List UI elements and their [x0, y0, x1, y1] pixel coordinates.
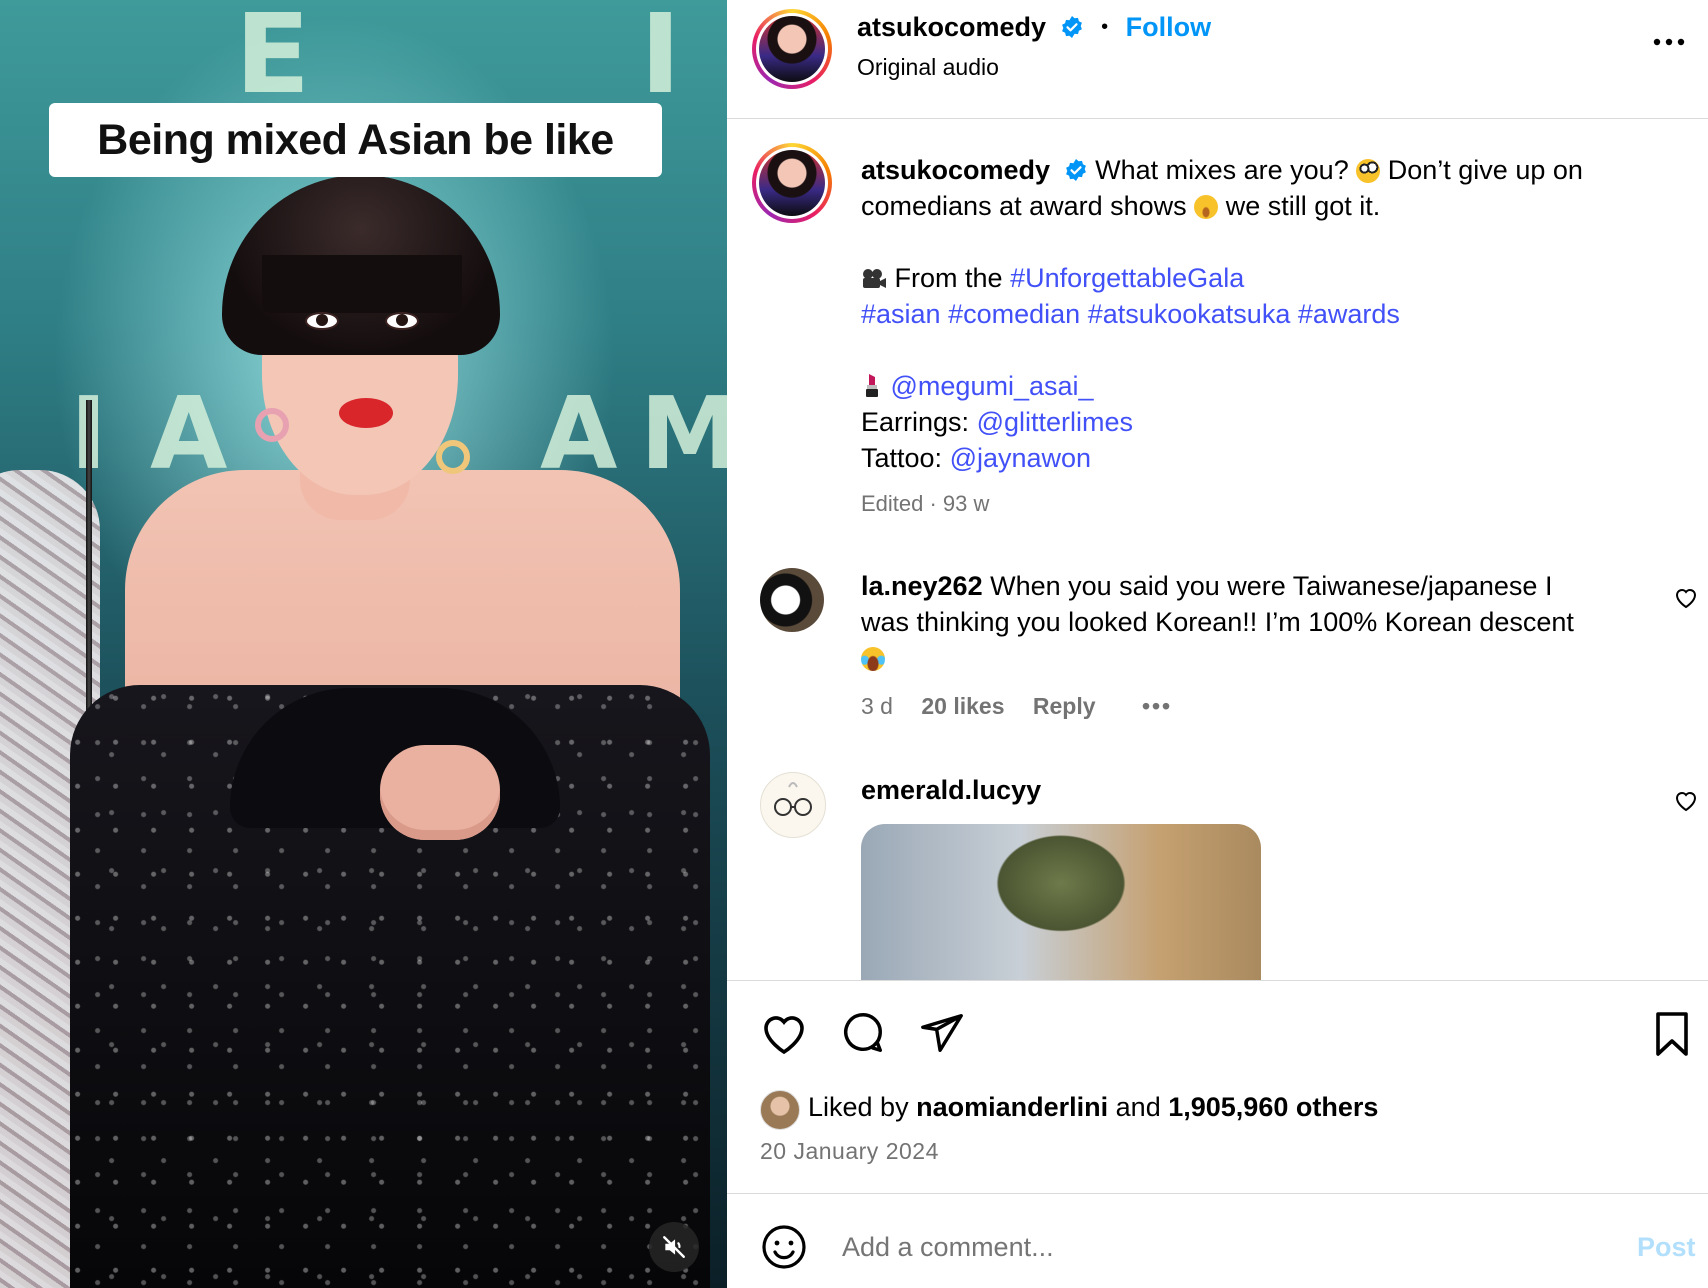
- post-comment-button[interactable]: Post: [1637, 1232, 1696, 1263]
- comment: la.ney262 When you said you were Taiwane…: [861, 568, 1681, 724]
- liked-by-and: and: [1115, 1092, 1161, 1122]
- caption-text: we still got it.: [1225, 191, 1381, 221]
- header-separator: •: [1101, 16, 1109, 38]
- author-username[interactable]: atsukocomedy: [857, 12, 1046, 42]
- post-media[interactable]: E I I A A M Being mixed Asian be like: [0, 0, 727, 1288]
- comment-text-line: was thinking you looked Korean!! I’m 100…: [861, 607, 1574, 637]
- emoji-button[interactable]: [760, 1223, 808, 1276]
- bookmark-icon: [1656, 1012, 1688, 1056]
- caption-line-from: From the #UnforgettableGala: [861, 260, 1681, 296]
- stage-letter: M: [640, 375, 727, 492]
- hashtag-link[interactable]: #UnforgettableGala: [1010, 263, 1244, 293]
- heart-icon: [1675, 589, 1697, 609]
- comment-likes[interactable]: 20 likes: [921, 693, 1004, 719]
- post-caption: atsukocomedy What mixes are you? Don’t g…: [861, 152, 1681, 522]
- commenter-avatar[interactable]: [760, 772, 826, 838]
- tears-of-joy-emoji: [861, 647, 885, 671]
- comment-gif[interactable]: [861, 824, 1261, 980]
- reply-button[interactable]: Reply: [1033, 693, 1096, 719]
- film-camera-icon: [863, 269, 886, 288]
- video-caption-overlay: Being mixed Asian be like: [49, 103, 662, 177]
- comment-username[interactable]: la.ney262: [861, 571, 983, 601]
- heart-icon: [1675, 792, 1697, 812]
- caption-line-2: comedians at award shows we still got it…: [861, 188, 1681, 224]
- hashtag-link[interactable]: #comedian: [948, 299, 1080, 329]
- likes-count[interactable]: 1,905,960 others: [1168, 1092, 1378, 1122]
- liked-by-user[interactable]: naomianderlini: [916, 1092, 1108, 1122]
- caption-text: comedians at award shows: [861, 191, 1187, 221]
- likes-summary: Liked by naomianderlini and 1,905,960 ot…: [808, 1092, 1378, 1123]
- share-button[interactable]: [919, 1010, 965, 1061]
- caption-text: From the: [894, 263, 1003, 293]
- lipstick-icon: [866, 374, 878, 397]
- more-options-icon: [1653, 38, 1685, 46]
- post-header: atsukocomedy • Follow: [857, 12, 1211, 43]
- verified-badge-icon: [1061, 16, 1082, 38]
- mute-icon: [663, 1236, 685, 1258]
- caption-meta: Edited · 93 w: [861, 491, 990, 516]
- comment-actions: 3 d 20 likes Reply •••: [861, 688, 1681, 724]
- follow-button[interactable]: Follow: [1126, 12, 1211, 42]
- caption-author-avatar[interactable]: [752, 143, 832, 223]
- caption-text: Earrings:: [861, 407, 970, 437]
- like-button[interactable]: [760, 1012, 808, 1061]
- left-eye: [305, 312, 339, 330]
- mention-link[interactable]: @jaynawon: [950, 443, 1092, 473]
- more-options-button[interactable]: [1652, 34, 1686, 52]
- liked-by-prefix: Liked by: [808, 1092, 909, 1122]
- hair-bangs: [262, 255, 462, 313]
- right-earring: [436, 440, 470, 474]
- comment-text: When you said you were Taiwanese/japanes…: [990, 571, 1553, 601]
- commenter-avatar[interactable]: [760, 568, 824, 632]
- verified-badge-icon: [1065, 159, 1086, 181]
- liker-avatar[interactable]: [760, 1090, 800, 1130]
- caption-line-1: atsukocomedy What mixes are you? Don’t g…: [861, 152, 1681, 188]
- caption-hashtags: #asian #comedian #atsukookatsuka #awards: [861, 296, 1681, 332]
- comment-more-button[interactable]: •••: [1142, 693, 1172, 719]
- clasped-hands: [380, 745, 500, 840]
- hashtag-link[interactable]: #asian: [861, 299, 941, 329]
- caption-username[interactable]: atsukocomedy: [861, 155, 1050, 185]
- caption-line-earrings: Earrings: @glitterlimes: [861, 404, 1681, 440]
- header-divider: [727, 118, 1708, 119]
- comment: emerald.lucyy: [861, 772, 1041, 808]
- left-earring: [255, 408, 289, 442]
- audio-label[interactable]: Original audio: [857, 54, 999, 81]
- caption-text: Tattoo:: [861, 443, 943, 473]
- stage-letter: E: [235, 0, 311, 118]
- zany-face-emoji: [1356, 159, 1381, 183]
- caption-line-makeup: @megumi_asai_: [861, 368, 1681, 404]
- hashtag-link[interactable]: #awards: [1298, 299, 1400, 329]
- save-button[interactable]: [1652, 1012, 1692, 1061]
- caption-text: Don’t give up on: [1387, 155, 1583, 185]
- author-avatar[interactable]: [752, 9, 832, 89]
- right-eye: [385, 312, 419, 330]
- share-icon: [921, 1014, 963, 1052]
- actions-divider: [727, 980, 1708, 981]
- heart-icon: [764, 1016, 804, 1055]
- red-lips: [339, 398, 393, 428]
- caption-text: What mixes are you?: [1095, 155, 1349, 185]
- comment-button[interactable]: [840, 1010, 886, 1061]
- mute-button[interactable]: [649, 1222, 699, 1272]
- comment-icon: [844, 1013, 882, 1052]
- comment-like-button[interactable]: [1674, 790, 1698, 817]
- comment-like-button[interactable]: [1674, 587, 1698, 614]
- relieved-face-emoji: [1194, 195, 1219, 219]
- emoji-icon: [762, 1225, 806, 1269]
- comment-username[interactable]: emerald.lucyy: [861, 775, 1041, 805]
- composer-divider: [727, 1193, 1708, 1194]
- video-caption-text: Being mixed Asian be like: [97, 115, 614, 164]
- caption-line-tattoo: Tattoo: @jaynawon: [861, 440, 1681, 476]
- mention-link[interactable]: @glitterlimes: [977, 407, 1133, 437]
- glasses-bunny-icon: [774, 782, 812, 816]
- mention-link[interactable]: @megumi_asai_: [891, 371, 1094, 401]
- post-sidebar: atsukocomedy • Follow Original audio ats…: [727, 0, 1708, 1288]
- stage-letter: I: [640, 0, 681, 118]
- comment-age: 3 d: [861, 693, 893, 719]
- hashtag-link[interactable]: #atsukookatsuka: [1088, 299, 1291, 329]
- post-date: 20 January 2024: [760, 1138, 939, 1164]
- comment-input[interactable]: [840, 1222, 1534, 1272]
